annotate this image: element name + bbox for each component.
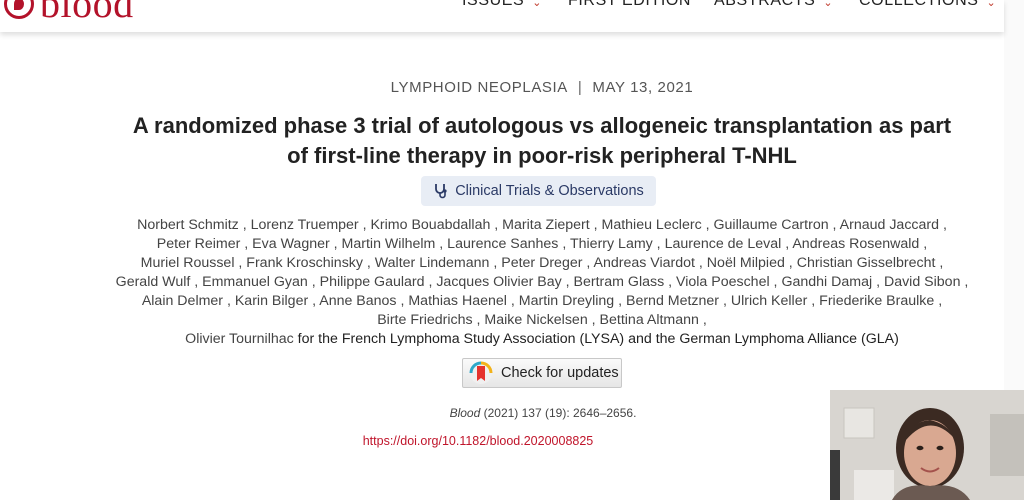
- webcam-image: [830, 390, 1024, 500]
- author-line-last: Olivier Tournilhac for the French Lympho…: [62, 330, 1022, 349]
- chevron-down-icon: ⌄: [986, 0, 997, 9]
- author-list: Norbert Schmitz , Lorenz Truemper , Krim…: [62, 216, 1022, 349]
- last-author[interactable]: Olivier Tournilhac: [185, 331, 294, 347]
- article-category[interactable]: LYMPHOID NEOPLASIA: [391, 79, 568, 96]
- nav-collections-label: COLLECTIONS: [859, 0, 979, 9]
- site-header: blood ISSUES ⌄ FIRST EDITION ABSTRACTS ⌄…: [0, 0, 1004, 32]
- citation-journal: Blood: [449, 406, 481, 420]
- category-separator: |: [577, 79, 583, 96]
- author-line[interactable]: Gerald Wulf , Emmanuel Gyan , Philippe G…: [62, 273, 1022, 292]
- nav-collections[interactable]: COLLECTIONS ⌄: [859, 0, 996, 10]
- logo-text: blood: [40, 0, 134, 26]
- chevron-down-icon: ⌄: [823, 0, 834, 9]
- blood-logo[interactable]: blood: [4, 0, 134, 26]
- nav-issues[interactable]: ISSUES ⌄: [462, 0, 542, 10]
- article-type-badge[interactable]: Clinical Trials & Observations: [421, 176, 656, 206]
- stethoscope-icon: [433, 183, 449, 199]
- doi-link[interactable]: https://doi.org/10.1182/blood.2020008825: [0, 434, 956, 448]
- collaboration-note: for the French Lymphoma Study Associatio…: [293, 331, 899, 347]
- nav-abstracts-label: ABSTRACTS: [714, 0, 816, 9]
- nav-first-edition-label: FIRST EDITION: [568, 0, 692, 9]
- check-for-updates-button[interactable]: Check for updates: [462, 358, 622, 388]
- citation-details: (2021) 137 (19): 2646–2656.: [480, 406, 637, 420]
- author-line[interactable]: Muriel Roussel , Frank Kroschinsky , Wal…: [62, 254, 1022, 273]
- article-title: A randomized phase 3 trial of autologous…: [62, 111, 1022, 171]
- article-category-line: LYMPHOID NEOPLASIA | MAY 13, 2021: [0, 79, 1024, 96]
- author-line[interactable]: Birte Friedrichs , Maike Nickelsen , Bet…: [62, 311, 1022, 330]
- nav-abstracts[interactable]: ABSTRACTS ⌄: [714, 0, 833, 10]
- chevron-down-icon: ⌄: [532, 0, 543, 9]
- author-line[interactable]: Peter Reimer , Eva Wagner , Martin Wilhe…: [62, 235, 1022, 254]
- author-line[interactable]: Alain Delmer , Karin Bilger , Anne Banos…: [62, 292, 1022, 311]
- article-title-line-2: of first-line therapy in poor-risk perip…: [287, 143, 797, 168]
- webcam-overlay: [830, 390, 1024, 500]
- nav-first-edition[interactable]: FIRST EDITION: [568, 0, 691, 10]
- nav-issues-label: ISSUES: [462, 0, 525, 9]
- article-date: MAY 13, 2021: [592, 79, 694, 96]
- article-type-label: Clinical Trials & Observations: [455, 183, 644, 199]
- check-for-updates-label: Check for updates: [501, 365, 619, 381]
- article-title-line-1: A randomized phase 3 trial of autologous…: [132, 113, 952, 138]
- blood-drop-icon: [4, 0, 34, 19]
- bookmark-update-icon: [469, 361, 493, 385]
- author-line[interactable]: Norbert Schmitz , Lorenz Truemper , Krim…: [62, 216, 1022, 235]
